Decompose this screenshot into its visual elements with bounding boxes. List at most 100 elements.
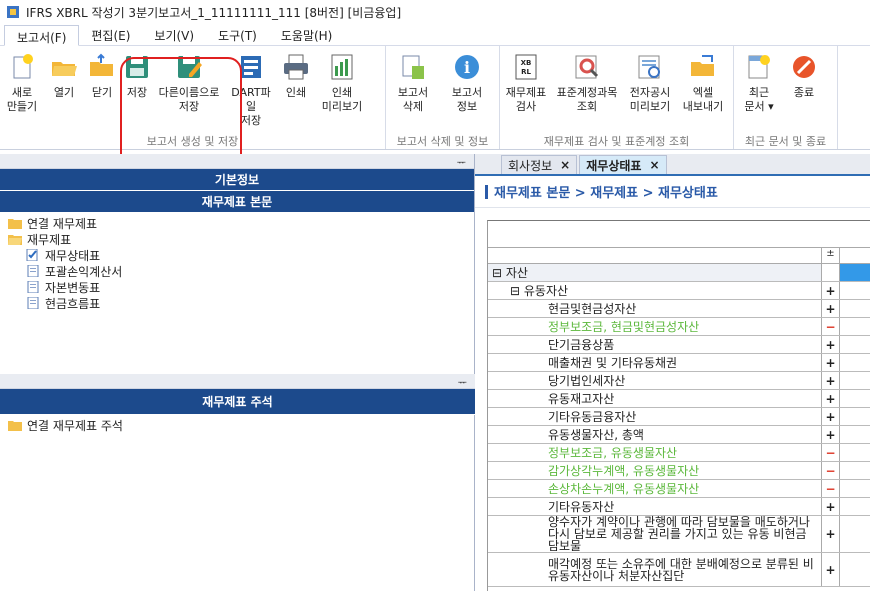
tree-item-income-statement[interactable]: 포괄손익계산서 bbox=[8, 263, 474, 279]
sign-cell[interactable]: − bbox=[822, 480, 840, 497]
sign-cell[interactable]: + bbox=[822, 372, 840, 389]
tab-balance-sheet[interactable]: 재무상태표 × bbox=[579, 155, 667, 174]
sign-cell[interactable]: + bbox=[822, 553, 840, 586]
close-button-label: 닫기 bbox=[91, 86, 113, 99]
sign-cell[interactable]: + bbox=[822, 282, 840, 299]
value-cell[interactable] bbox=[840, 444, 870, 461]
report-info-button[interactable]: i 보고서 정보 bbox=[440, 52, 494, 133]
header-account-col bbox=[488, 248, 822, 263]
dart-save-button[interactable]: DART파일 저장 bbox=[224, 52, 278, 133]
tree-item-balance-sheet[interactable]: 재무상태표 bbox=[8, 247, 474, 263]
sign-cell[interactable]: + bbox=[822, 336, 840, 353]
disclosure-preview-icon bbox=[638, 55, 660, 79]
value-cell[interactable] bbox=[840, 408, 870, 425]
fs-check-button[interactable]: XB RL 재무제표 검사 bbox=[500, 52, 552, 133]
group-label-create-save: 보고서 생성 및 저장 bbox=[146, 135, 239, 148]
value-cell[interactable] bbox=[840, 426, 870, 443]
breadcrumb-marker bbox=[485, 184, 488, 199]
exit-button[interactable]: 종료 bbox=[784, 52, 824, 133]
tree-item-equity-changes[interactable]: 자본변동표 bbox=[8, 279, 474, 295]
breadcrumb-text: 재무제표 본문 > 재무제표 > 재무상태표 bbox=[494, 186, 718, 201]
account-search-button[interactable]: 표준계정과목 조회 bbox=[552, 52, 622, 133]
value-cell[interactable] bbox=[840, 390, 870, 407]
table-row[interactable]: 현금및현금성자산 + bbox=[488, 300, 870, 318]
table-row[interactable]: 유동생물자산, 총액 + bbox=[488, 426, 870, 444]
menu-edit[interactable]: 편집(E) bbox=[79, 24, 142, 45]
sign-cell[interactable]: + bbox=[822, 498, 840, 515]
menu-tools[interactable]: 도구(T) bbox=[206, 24, 269, 45]
print-preview-button[interactable]: 인쇄 미리보기 bbox=[314, 52, 370, 133]
value-cell[interactable] bbox=[840, 480, 870, 497]
table-row[interactable]: 기타유동자산 + bbox=[488, 498, 870, 516]
value-cell[interactable] bbox=[840, 300, 870, 317]
tree-item-cash-flow[interactable]: 현금흐름표 bbox=[8, 295, 474, 311]
save-as-icon bbox=[178, 56, 202, 78]
sign-cell[interactable]: + bbox=[822, 516, 840, 552]
open-button[interactable]: 열기 bbox=[44, 52, 84, 133]
value-cell[interactable] bbox=[840, 354, 870, 371]
value-cell[interactable] bbox=[840, 336, 870, 353]
pin-icon[interactable]: ᅲ bbox=[458, 374, 467, 389]
table-row[interactable]: 감가상각누계액, 유동생물자산 − bbox=[488, 462, 870, 480]
table-row[interactable]: 단기금융상품 + bbox=[488, 336, 870, 354]
fs-main-header[interactable]: 재무제표 본문 bbox=[0, 191, 474, 213]
table-row[interactable]: 양수자가 계약이나 관행에 따라 담보물을 매도하거나 다시 담보로 제공할 권… bbox=[488, 516, 870, 553]
open-folder-icon bbox=[52, 62, 77, 76]
xbrl-check-icon: XBRL bbox=[515, 54, 537, 80]
close-icon[interactable]: × bbox=[649, 158, 659, 172]
table-row[interactable]: 정부보조금, 유동생물자산 − bbox=[488, 444, 870, 462]
excel-export-button[interactable]: 엑셀 내보내기 bbox=[678, 52, 728, 133]
svg-text:XB: XB bbox=[521, 59, 532, 67]
table-row[interactable]: 매출채권 및 기타유동채권 + bbox=[488, 354, 870, 372]
notes-pane-header: ᅲ bbox=[0, 374, 475, 389]
table-row[interactable]: 기타유동금융자산 + bbox=[488, 408, 870, 426]
delete-report-button[interactable]: 보고서 삭제 bbox=[386, 52, 440, 133]
pin-icon[interactable]: ᅲ bbox=[457, 154, 466, 169]
disclosure-preview-button[interactable]: 전자공시 미리보기 bbox=[622, 52, 678, 133]
tree-item-consolidated[interactable]: 연결 재무제표 bbox=[8, 215, 474, 231]
sign-cell[interactable]: + bbox=[822, 426, 840, 443]
value-cell[interactable] bbox=[840, 282, 870, 299]
notes-header[interactable]: 재무제표 주석 bbox=[0, 389, 475, 415]
recent-docs-icon bbox=[748, 55, 770, 79]
value-cell[interactable] bbox=[840, 264, 870, 281]
sign-cell[interactable]: − bbox=[822, 462, 840, 479]
table-row[interactable]: ⊟ 자산 bbox=[488, 264, 870, 282]
sign-cell[interactable]: + bbox=[822, 408, 840, 425]
new-button[interactable]: 새로 만들기 bbox=[0, 52, 44, 133]
tree-item-consolidated-notes[interactable]: 연결 재무제표 주석 bbox=[8, 417, 475, 433]
close-icon[interactable]: × bbox=[560, 158, 570, 172]
basic-info-header[interactable]: 기본정보 bbox=[0, 169, 474, 191]
value-cell[interactable] bbox=[840, 553, 870, 586]
value-cell[interactable] bbox=[840, 516, 870, 552]
table-row[interactable]: 손상차손누계액, 유동생물자산 − bbox=[488, 480, 870, 498]
sign-cell[interactable]: + bbox=[822, 354, 840, 371]
menu-help[interactable]: 도움말(H) bbox=[269, 24, 345, 45]
table-row[interactable]: ⊟ 유동자산 + bbox=[488, 282, 870, 300]
value-cell[interactable] bbox=[840, 462, 870, 479]
value-cell[interactable] bbox=[840, 372, 870, 389]
menu-view[interactable]: 보기(V) bbox=[142, 24, 206, 45]
sign-cell[interactable] bbox=[822, 264, 840, 281]
table-row[interactable]: 유동재고자산 + bbox=[488, 390, 870, 408]
table-row[interactable]: 당기법인세자산 + bbox=[488, 372, 870, 390]
table-row[interactable]: 매각예정 또는 소유주에 대한 분배예정으로 분류된 비유동자산이나 처분자산집… bbox=[488, 553, 870, 587]
sign-cell[interactable]: − bbox=[822, 318, 840, 335]
tree-item-fs[interactable]: 재무제표 bbox=[8, 231, 474, 247]
sign-cell[interactable]: + bbox=[822, 390, 840, 407]
menu-report[interactable]: 보고서(F) bbox=[4, 25, 80, 46]
recent-docs-button[interactable]: 최근 문서 ▾ bbox=[734, 52, 784, 133]
tab-strip: 회사정보 × 재무상태표 × bbox=[475, 154, 870, 176]
value-cell[interactable] bbox=[840, 498, 870, 515]
open-button-label: 열기 bbox=[53, 86, 75, 99]
exit-button-label: 종료 bbox=[793, 86, 815, 99]
close-button[interactable]: 닫기 bbox=[84, 52, 120, 133]
table-row[interactable]: 정부보조금, 현금및현금성자산 − bbox=[488, 318, 870, 336]
save-button[interactable]: 저장 bbox=[120, 52, 154, 133]
sign-cell[interactable]: + bbox=[822, 300, 840, 317]
tab-company-info[interactable]: 회사정보 × bbox=[501, 155, 578, 174]
sign-cell[interactable]: − bbox=[822, 444, 840, 461]
value-cell[interactable] bbox=[840, 318, 870, 335]
print-button[interactable]: 인쇄 bbox=[278, 52, 314, 133]
save-as-button[interactable]: 다른이름으로 저장 bbox=[154, 52, 224, 133]
